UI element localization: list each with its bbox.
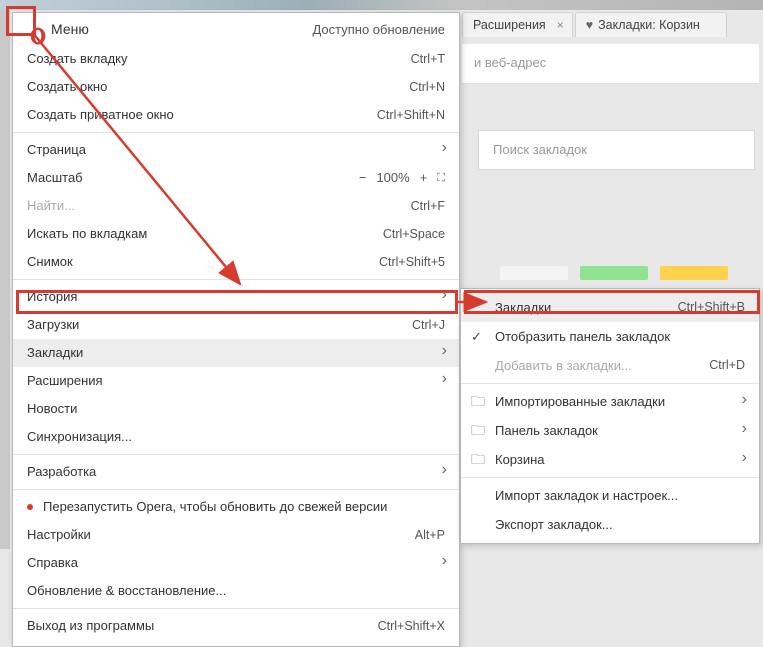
tab-bookmarks[interactable]: ♥Закладки: Корзин	[575, 12, 727, 37]
menu-item[interactable]: Выход из программы Ctrl+Shift+X	[13, 612, 459, 640]
submenu-item-label: Закладки	[495, 298, 551, 317]
menu-item[interactable]: Страница	[13, 136, 459, 164]
shortcut-label: Ctrl+Shift+N	[377, 105, 445, 125]
tab-extensions[interactable]: Расширения×	[462, 12, 573, 37]
shortcut-label: Ctrl+Shift+5	[379, 252, 445, 272]
menu-item[interactable]: Обновление & восстановление...	[13, 577, 459, 605]
menu-item-label: Найти...	[27, 196, 75, 216]
zoom-controls: −100% + ⛶	[359, 168, 445, 188]
menu-item-label: Закладки	[27, 343, 83, 363]
submenu-item[interactable]: Импорт закладок и настроек...	[461, 481, 759, 510]
menu-item-label: Масштаб	[27, 168, 83, 188]
submenu-item[interactable]: 🗀 Панель закладок	[461, 416, 759, 445]
submenu-item-label: Импорт закладок и настроек...	[495, 486, 678, 505]
menu-item-label: Расширения	[27, 371, 103, 391]
menu-item[interactable]: Найти... Ctrl+F	[13, 192, 459, 220]
submenu-item-label: Панель закладок	[495, 421, 598, 440]
submenu-item[interactable]: ✓ Отобразить панель закладок	[461, 322, 759, 351]
folder-icon: 🗀	[471, 421, 485, 440]
menu-item-label: Новости	[27, 399, 77, 419]
menu-item[interactable]: Справка	[13, 549, 459, 577]
zoom-out-button[interactable]: −	[359, 168, 367, 188]
menu-item[interactable]: Перезапустить Opera, чтобы обновить до с…	[13, 493, 459, 521]
menu-item[interactable]: Расширения	[13, 367, 459, 395]
address-bar[interactable]: и веб-адрес	[462, 44, 759, 84]
shortcut-label: Ctrl+J	[412, 315, 445, 335]
submenu-item[interactable]: 🗀 Импортированные закладки	[461, 387, 759, 416]
menu-item-label: Создать окно	[27, 77, 107, 97]
tab-close-icon[interactable]: ×	[557, 18, 564, 32]
shortcut-label: Ctrl+D	[709, 356, 745, 375]
menu-item[interactable]: Создать окно Ctrl+N	[13, 73, 459, 101]
zoom-value: 100%	[376, 168, 409, 188]
submenu-item[interactable]: Экспорт закладок...	[461, 510, 759, 539]
menu-title: Меню	[51, 21, 89, 37]
menu-item[interactable]: Настройки Alt+P	[13, 521, 459, 549]
main-menu: Меню Доступно обновление Создать вкладку…	[12, 12, 460, 647]
submenu-item-label: Экспорт закладок...	[495, 515, 613, 534]
menu-item[interactable]: Закладки	[13, 339, 459, 367]
menu-item[interactable]: Разработка	[13, 458, 459, 486]
menu-item[interactable]: Масштаб −100% + ⛶	[13, 164, 459, 192]
menu-item[interactable]: История	[13, 283, 459, 311]
menu-item-label: Справка	[27, 553, 78, 573]
submenu-item-label: Импортированные закладки	[495, 392, 665, 411]
folder-icon: 🗀	[471, 392, 485, 411]
folder-icon: 🗀	[471, 450, 485, 469]
menu-item-label: Синхронизация...	[27, 427, 132, 447]
shortcut-label: Ctrl+F	[411, 196, 445, 216]
menu-item-label: Обновление & восстановление...	[27, 581, 226, 601]
heart-icon: ♥	[586, 18, 593, 32]
menu-item-label: Перезапустить Opera, чтобы обновить до с…	[43, 497, 387, 517]
menu-item[interactable]: Синхронизация...	[13, 423, 459, 451]
menu-item-label: Создать вкладку	[27, 49, 128, 69]
shortcut-label: Ctrl+Space	[383, 224, 445, 244]
menu-item-label: Настройки	[27, 525, 91, 545]
check-icon: ✓	[471, 327, 482, 346]
submenu-item[interactable]: Закладки Ctrl+Shift+B	[461, 293, 759, 322]
menu-item[interactable]: Создать вкладку Ctrl+T	[13, 45, 459, 73]
bookmarks-submenu: Закладки Ctrl+Shift+B ✓ Отобразить панель з…	[460, 288, 760, 544]
shortcut-label: Ctrl+T	[411, 49, 445, 69]
shortcut-label: Ctrl+Shift+B	[678, 298, 745, 317]
bookmarks-search[interactable]: Поиск закладок	[478, 130, 755, 170]
menu-item-label: Искать по вкладкам	[27, 224, 147, 244]
submenu-item-label: Корзина	[495, 450, 545, 469]
zoom-in-button[interactable]: +	[420, 168, 428, 188]
menu-item-label: Снимок	[27, 252, 73, 272]
menu-item[interactable]: Загрузки Ctrl+J	[13, 311, 459, 339]
menu-item-label: Загрузки	[27, 315, 79, 335]
submenu-item-label: Добавить в закладки...	[495, 356, 632, 375]
fullscreen-icon[interactable]: ⛶	[437, 168, 445, 188]
submenu-item-label: Отобразить панель закладок	[495, 327, 670, 346]
menu-item[interactable]: Создать приватное окно Ctrl+Shift+N	[13, 101, 459, 129]
opera-logo-icon	[29, 27, 47, 45]
submenu-item: Добавить в закладки... Ctrl+D	[461, 351, 759, 380]
menu-item[interactable]: Снимок Ctrl+Shift+5	[13, 248, 459, 276]
menu-item[interactable]: Новости	[13, 395, 459, 423]
update-dot-icon	[27, 504, 33, 510]
menu-item[interactable]: Искать по вкладкам Ctrl+Space	[13, 220, 459, 248]
menu-item-label: Выход из программы	[27, 616, 154, 636]
menu-item-label: История	[27, 287, 77, 307]
shortcut-label: Alt+P	[415, 525, 445, 545]
menu-item-label: Создать приватное окно	[27, 105, 174, 125]
menu-item-label: Страница	[27, 140, 86, 160]
shortcut-label: Ctrl+N	[409, 77, 445, 97]
shortcut-label: Ctrl+Shift+X	[378, 616, 445, 636]
tab-strip: Расширения× ♥Закладки: Корзин	[462, 12, 727, 37]
submenu-item[interactable]: 🗀 Корзина	[461, 445, 759, 474]
update-available-label[interactable]: Доступно обновление	[312, 22, 445, 37]
menu-item-label: Разработка	[27, 462, 96, 482]
